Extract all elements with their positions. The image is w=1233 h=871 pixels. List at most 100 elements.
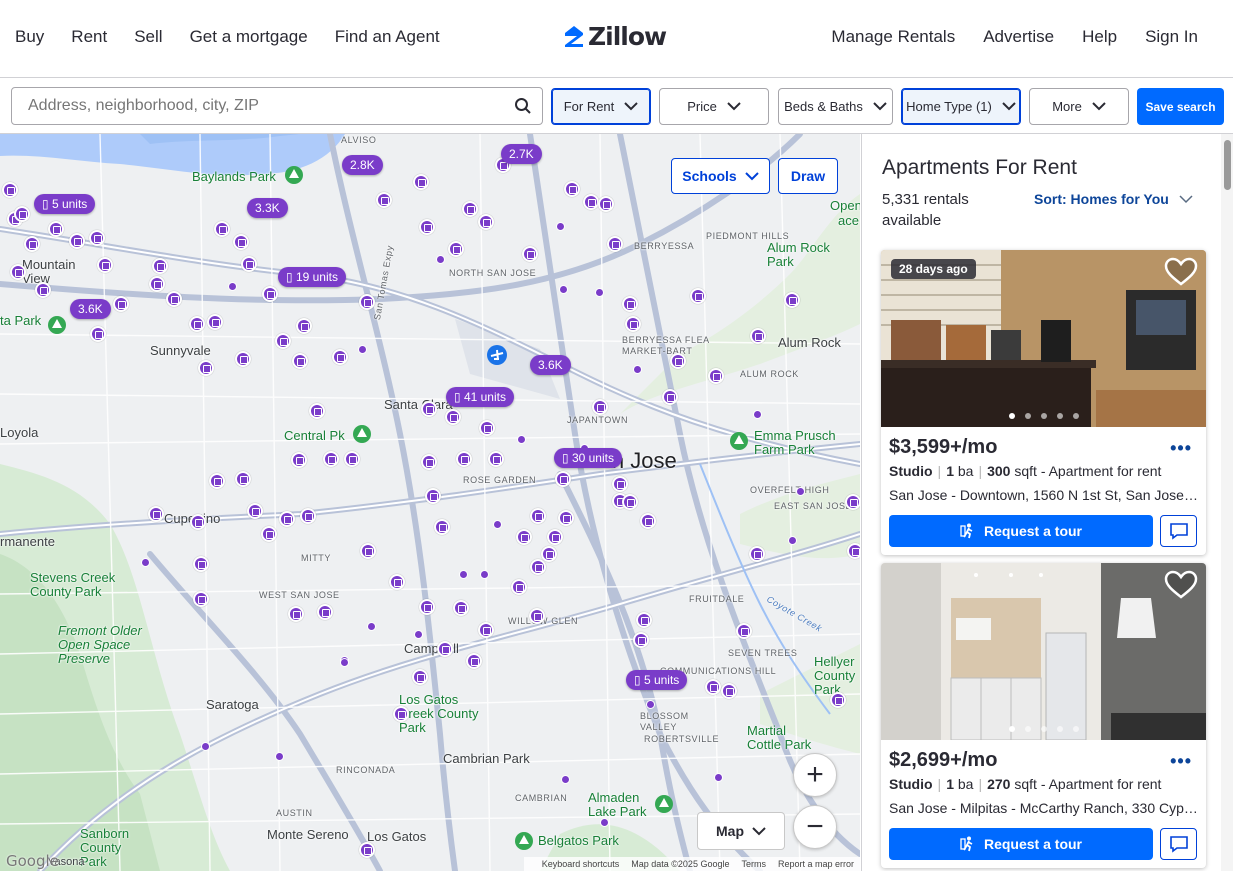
map-cluster[interactable]: ▯ 19 units [278,267,346,287]
listing-pin[interactable] [425,488,441,504]
listing-pin[interactable] [193,556,209,572]
listing-pin[interactable] [522,246,538,262]
listing-pin[interactable] [419,219,435,235]
listing-dot[interactable] [714,773,723,782]
listing-pin[interactable] [453,600,469,616]
listing-pin[interactable] [262,286,278,302]
listing-pin[interactable] [633,632,649,648]
more-options-icon[interactable]: ••• [1170,751,1192,772]
listing-photo[interactable] [881,563,1206,740]
listing-pin[interactable] [309,403,325,419]
listing-dot[interactable] [367,622,376,631]
listing-pin[interactable] [166,291,182,307]
listing-pin[interactable] [288,606,304,622]
listing-pin[interactable] [149,276,165,292]
listing-dot[interactable] [556,222,565,231]
listing-pin[interactable] [235,351,251,367]
listing-pin[interactable] [214,221,230,237]
map-cluster[interactable]: ▯ 41 units [446,387,514,407]
listing-pin[interactable] [261,526,277,542]
zoom-out-button[interactable]: − [793,805,837,849]
map-cluster[interactable]: 3.6K [70,299,111,319]
listing-pin[interactable] [113,296,129,312]
listing-address[interactable]: San Jose - Downtown, 1560 N 1st St, San … [889,487,1199,503]
listing-pin[interactable] [784,292,800,308]
listing-pin[interactable] [555,471,571,487]
keyboard-shortcuts-link[interactable]: Keyboard shortcuts [542,859,620,869]
listing-pin[interactable] [488,451,504,467]
listing-pin[interactable] [275,333,291,349]
map-type-button[interactable]: Map [697,812,785,850]
listing-pin[interactable] [640,513,656,529]
listing-pin[interactable] [279,511,295,527]
listing-pin[interactable] [152,258,168,274]
listing-pin[interactable] [389,574,405,590]
search-input[interactable] [12,88,502,124]
nav-sell-link[interactable]: Sell [134,27,162,47]
listing-dot[interactable] [493,520,502,529]
listing-dot[interactable] [340,658,349,667]
listing-card[interactable]: $2,699+/mo ••• Studio | 1 ba | 270 sqft - Ap… [881,563,1206,868]
listing-pin[interactable] [478,214,494,230]
home-type-filter[interactable]: Home Type (1) [901,88,1021,125]
listing-pin[interactable] [14,206,30,222]
listing-pin[interactable] [445,409,461,425]
draw-button[interactable]: Draw [778,158,838,194]
listing-dot[interactable] [559,285,568,294]
listing-pin[interactable] [845,494,860,510]
listing-pin[interactable] [360,543,376,559]
listing-pin[interactable] [625,316,641,332]
listing-pin[interactable] [193,591,209,607]
listing-pin[interactable] [750,328,766,344]
contact-message-button[interactable] [1160,828,1197,860]
listing-pin[interactable] [48,221,64,237]
listing-pin[interactable] [90,326,106,342]
listing-pin[interactable] [198,360,214,376]
photo-carousel-dots[interactable] [881,726,1206,732]
nav-find-agent-link[interactable]: Find an Agent [335,27,440,47]
request-tour-button[interactable]: Request a tour [889,828,1153,860]
listing-pin[interactable] [359,842,375,858]
listing-pin[interactable] [413,174,429,190]
listing-pin[interactable] [456,451,472,467]
listing-pin[interactable] [705,679,721,695]
listing-pin[interactable] [241,256,257,272]
listing-dot[interactable] [436,255,445,264]
sort-dropdown[interactable]: Sort: Homes for You [1034,191,1193,207]
listing-pin[interactable] [530,559,546,575]
listing-pin[interactable] [233,234,249,250]
listing-pin[interactable] [344,451,360,467]
listing-pin[interactable] [24,236,40,252]
listing-pin[interactable] [592,399,608,415]
nav-sign-in-link[interactable]: Sign In [1145,27,1198,47]
listing-dot[interactable] [141,558,150,567]
listing-pin[interactable] [690,288,706,304]
listing-pin[interactable] [564,181,580,197]
listing-pin[interactable] [89,230,105,246]
listing-pin[interactable] [511,579,527,595]
listing-pin[interactable] [478,622,494,638]
listing-pin[interactable] [462,201,478,217]
listing-dot[interactable] [561,775,570,784]
map-cluster[interactable]: ▯ 30 units [554,448,622,468]
schools-button[interactable]: Schools [671,158,770,194]
nav-buy-link[interactable]: Buy [15,27,44,47]
listing-card[interactable]: 28 days ago $3,599+/mo ••• Studio | 1 ba | 3… [881,250,1206,555]
more-filter[interactable]: More [1029,88,1129,125]
listing-pin[interactable] [541,546,557,562]
listing-pin[interactable] [291,452,307,468]
listing-pin[interactable] [434,519,450,535]
listing-pin[interactable] [607,236,623,252]
listing-pin[interactable] [359,294,375,310]
listing-dot[interactable] [201,742,210,751]
listing-pin[interactable] [419,599,435,615]
listing-pin[interactable] [622,296,638,312]
listing-pin[interactable] [190,514,206,530]
zillow-logo[interactable]: Zillow [562,20,667,52]
listing-photo[interactable]: 28 days ago [881,250,1206,427]
listing-dot[interactable] [646,700,655,709]
map-cluster[interactable]: 2.7K [501,144,542,164]
listing-pin[interactable] [516,529,532,545]
nav-help-link[interactable]: Help [1082,27,1117,47]
listing-pin[interactable] [479,420,495,436]
